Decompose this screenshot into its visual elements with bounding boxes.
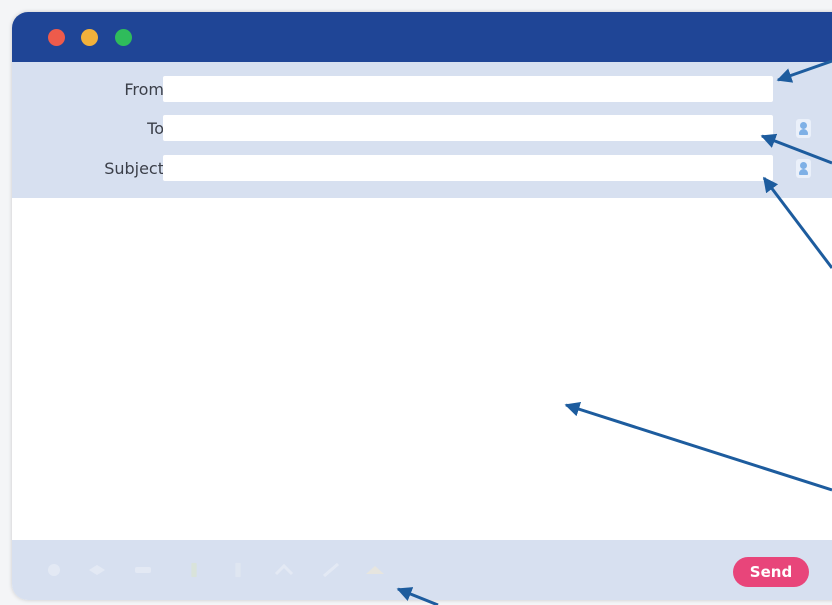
from-label: From (124, 80, 164, 99)
edit-icon[interactable] (322, 562, 342, 578)
subject-field[interactable] (163, 155, 773, 181)
message-header: From To Subject (12, 62, 832, 198)
bold-icon[interactable] (188, 562, 200, 578)
from-row: From (12, 76, 832, 106)
contact-body (799, 169, 808, 175)
close-window-button[interactable] (48, 29, 65, 46)
contact-head (800, 162, 807, 169)
underline-icon[interactable] (274, 562, 294, 578)
to-label: To (147, 119, 164, 138)
italic-icon[interactable] (232, 562, 244, 578)
title-bar (12, 12, 832, 62)
text-format-icon[interactable] (134, 562, 152, 578)
add-contact-icon[interactable] (796, 119, 811, 138)
from-field[interactable] (163, 76, 773, 102)
send-button[interactable]: Send (733, 557, 809, 587)
contact-body (799, 129, 808, 135)
contact-head (800, 122, 807, 129)
emoji-icon[interactable] (364, 562, 386, 578)
add-contact-icon[interactable] (796, 159, 811, 178)
minimize-window-button[interactable] (81, 29, 98, 46)
attachment-icon[interactable] (46, 562, 62, 578)
link-icon[interactable] (88, 562, 106, 578)
to-row: To (12, 115, 832, 145)
to-field[interactable] (163, 115, 773, 141)
zoom-window-button[interactable] (115, 29, 132, 46)
subject-row: Subject (12, 155, 832, 185)
compose-window: From To Subject Send (12, 12, 832, 600)
formatting-toolbar: Send (12, 540, 832, 600)
message-body-field[interactable] (12, 198, 832, 540)
subject-label: Subject (104, 159, 164, 178)
